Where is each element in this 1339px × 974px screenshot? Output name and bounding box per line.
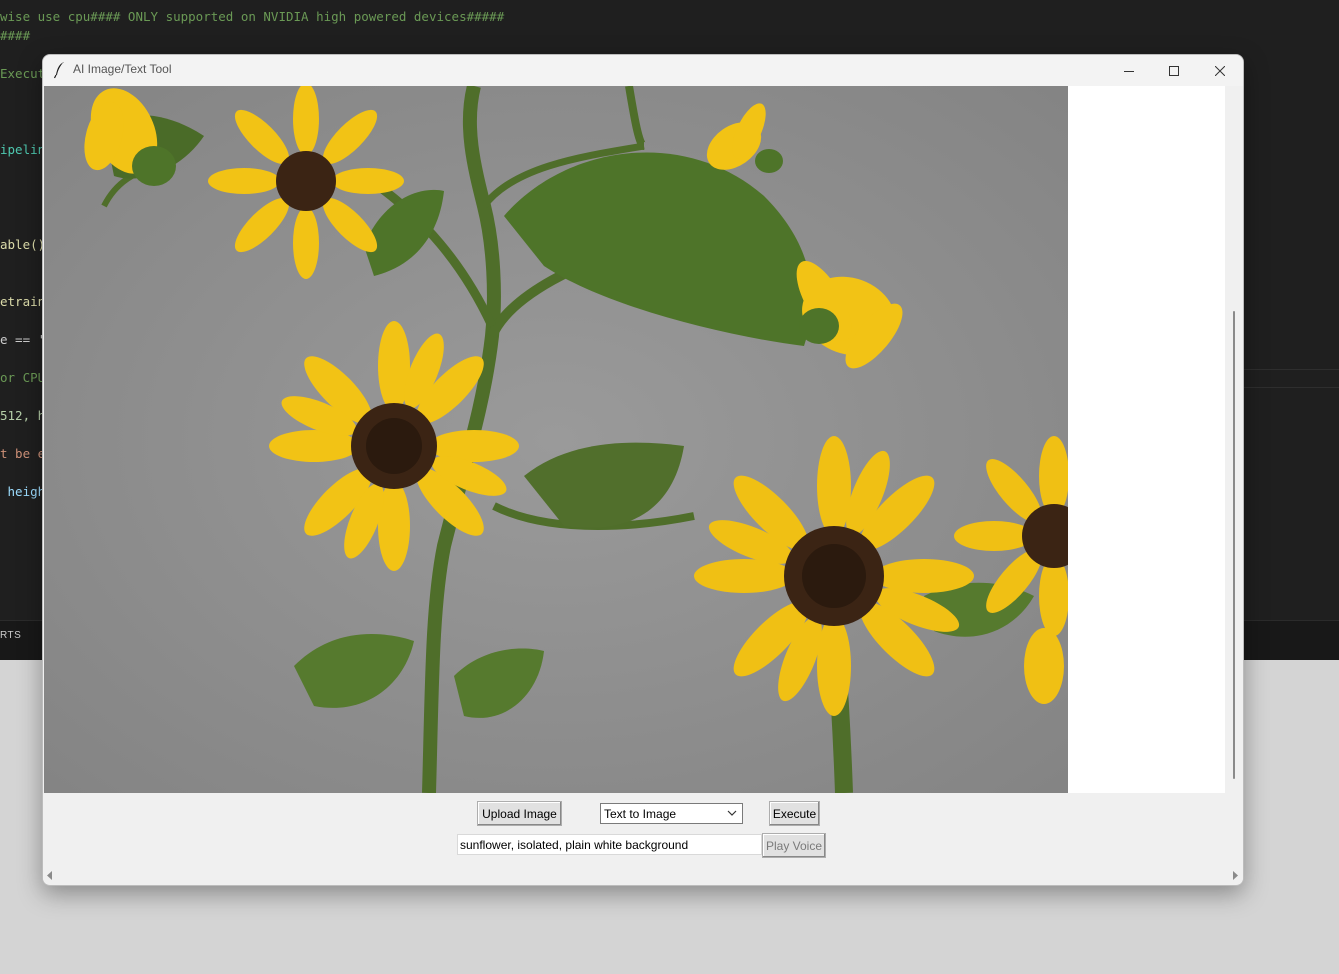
generated-sunflower-image [44,86,1068,793]
code-line: t be e [0,446,46,461]
image-canvas [44,86,1225,793]
minimize-button[interactable] [1106,55,1152,86]
prompt-input[interactable]: sunflower, isolated, plain white backgro… [457,834,762,855]
window-title: AI Image/Text Tool [73,62,172,76]
vertical-scrollbar[interactable] [1225,86,1242,793]
code-line: Execut [0,66,46,81]
scroll-left-icon[interactable] [46,871,54,880]
panel-tab-ports[interactable]: RTS [0,630,21,641]
title-bar[interactable]: AI Image/Text Tool [43,55,1243,86]
maximize-button[interactable] [1151,55,1197,86]
code-line: ipelin [0,142,46,157]
code-line: #### [0,28,31,43]
code-line: heigh [0,484,46,499]
app-window: AI Image/Text Tool Upload Image Text to … [42,54,1244,886]
panel-divider [1240,387,1339,388]
minimize-icon [1124,70,1134,72]
chevron-down-icon [727,810,737,816]
code-line: e == ' [0,332,46,347]
scrollbar-thumb[interactable] [1233,311,1235,779]
mode-dropdown[interactable]: Text to Image [600,803,743,824]
code-line: able() [0,237,46,252]
close-icon [1215,65,1225,76]
execute-button[interactable]: Execute [769,801,820,826]
code-line: etrain [0,294,46,309]
code-line: wise use cpu#### ONLY supported on NVIDI… [0,9,505,24]
feather-icon [53,62,64,79]
maximize-icon [1169,65,1179,76]
upload-image-button[interactable]: Upload Image [477,801,562,826]
code-line: 512, h [0,408,46,423]
mode-dropdown-value: Text to Image [604,806,677,821]
play-voice-button[interactable]: Play Voice [762,833,826,858]
close-button[interactable] [1197,55,1243,86]
scroll-right-icon[interactable] [1231,871,1239,880]
code-line: or CPU [0,370,46,385]
panel-divider [1240,369,1339,370]
horizontal-scrollbar[interactable] [43,867,1243,884]
